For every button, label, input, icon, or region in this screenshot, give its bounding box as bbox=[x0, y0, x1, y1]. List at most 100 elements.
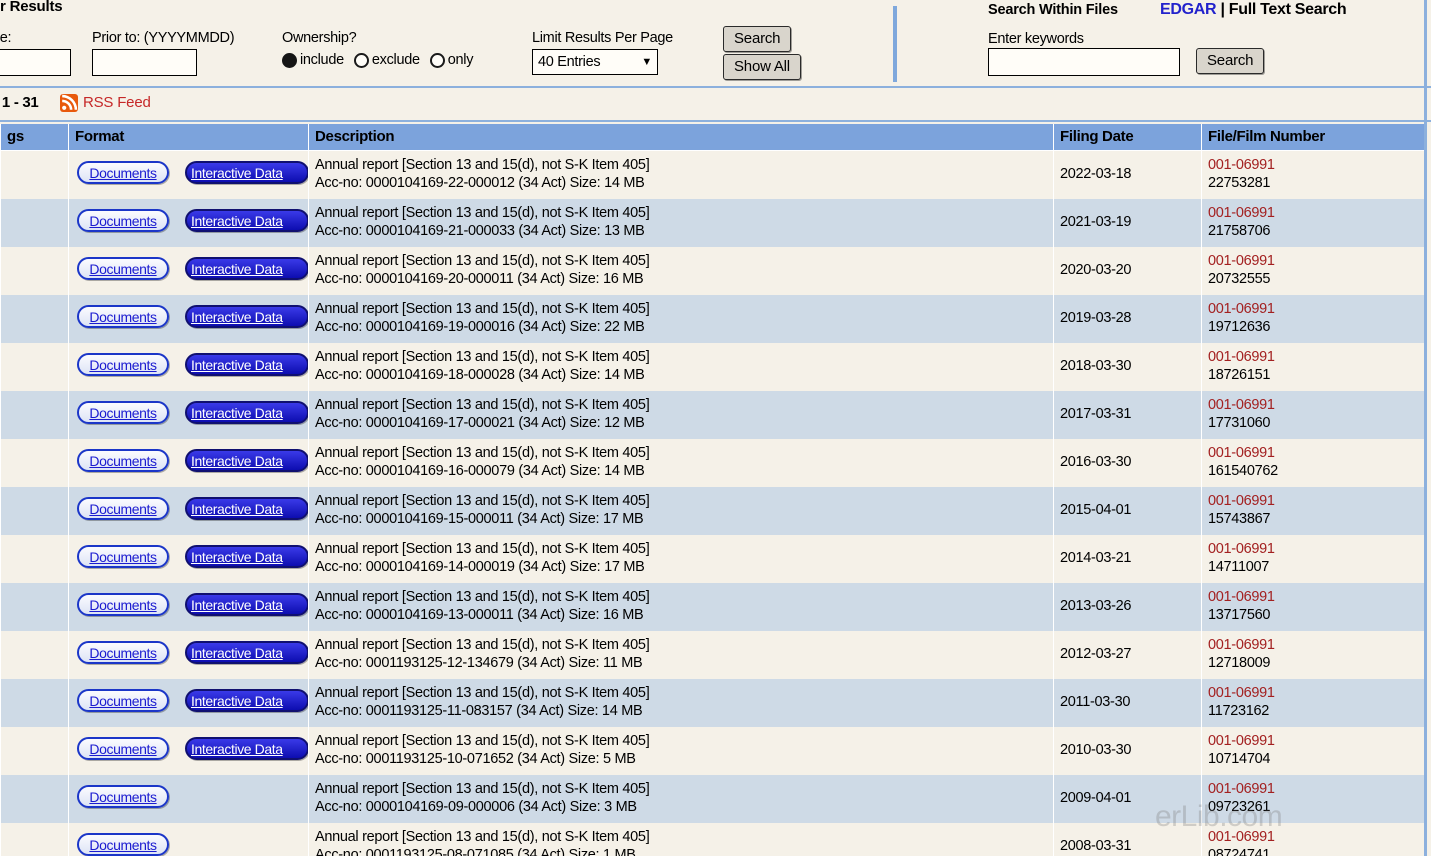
film-number: 18726151 bbox=[1208, 366, 1271, 383]
documents-button[interactable]: Documents bbox=[77, 161, 169, 184]
cell-filing-date: 2010-03-30 bbox=[1053, 726, 1202, 775]
interactive-data-button[interactable]: Interactive Data bbox=[185, 593, 309, 616]
cell-file-film-number: 001-06991 161540762 bbox=[1201, 438, 1426, 487]
cell-file-film-number: 001-06991 14711007 bbox=[1201, 534, 1426, 583]
rss-icon[interactable] bbox=[60, 94, 78, 112]
table-row: Documents Interactive Data Annual report [… bbox=[0, 486, 1426, 535]
search-files-button[interactable]: Search bbox=[1196, 48, 1265, 74]
edgar-fts-link[interactable]: EDGAR | Full Text Search bbox=[1160, 1, 1347, 19]
file-number-link[interactable]: 001-06991 bbox=[1208, 252, 1420, 270]
interactive-data-button[interactable]: Interactive Data bbox=[185, 401, 309, 424]
interactive-data-button[interactable]: Interactive Data bbox=[185, 497, 309, 520]
search-button[interactable]: Search bbox=[723, 26, 792, 52]
file-number-link[interactable]: 001-06991 bbox=[1208, 540, 1420, 558]
cell-format: Documents bbox=[68, 774, 309, 823]
file-number-link[interactable]: 001-06991 bbox=[1208, 300, 1420, 318]
table-row: Documents Interactive Data Annual report [… bbox=[0, 294, 1426, 343]
interactive-data-button[interactable]: Interactive Data bbox=[185, 257, 309, 280]
file-number-link[interactable]: 001-06991 bbox=[1208, 588, 1420, 606]
documents-button[interactable]: Documents bbox=[77, 737, 169, 760]
cell-format: Documents Interactive Data bbox=[68, 534, 309, 583]
column-header-filings[interactable]: gs bbox=[0, 124, 69, 151]
description-accession: Acc-no: 0000104169-22-000012 (34 Act) Si… bbox=[315, 174, 645, 191]
documents-button[interactable]: Documents bbox=[77, 209, 169, 232]
documents-button[interactable]: Documents bbox=[77, 785, 169, 808]
cell-format: Documents Interactive Data bbox=[68, 630, 309, 679]
cell-filing-type bbox=[0, 438, 69, 487]
description-title: Annual report [Section 13 and 15(d), not… bbox=[315, 492, 650, 509]
documents-button[interactable]: Documents bbox=[77, 593, 169, 616]
limit-results-select[interactable]: 40 Entries ▼ bbox=[532, 49, 658, 75]
film-number: 09723261 bbox=[1208, 798, 1271, 815]
interactive-data-button[interactable]: Interactive Data bbox=[185, 689, 309, 712]
interactive-data-button[interactable]: Interactive Data bbox=[185, 641, 309, 664]
cell-description: Annual report [Section 13 and 15(d), not… bbox=[308, 774, 1054, 823]
interactive-data-button[interactable]: Interactive Data bbox=[185, 209, 309, 232]
film-number: 12718009 bbox=[1208, 654, 1271, 671]
documents-button[interactable]: Documents bbox=[77, 449, 169, 472]
edgar-results-page: r Results g Type: Prior to: (YYYYMMDD) O… bbox=[0, 0, 1431, 856]
ownership-radio-include[interactable] bbox=[282, 52, 297, 68]
column-header-format[interactable]: Format bbox=[68, 124, 309, 151]
rss-feed-label[interactable]: RSS Feed bbox=[83, 94, 151, 111]
cell-file-film-number: 001-06991 10714704 bbox=[1201, 726, 1426, 775]
file-number-link[interactable]: 001-06991 bbox=[1208, 828, 1420, 846]
documents-button[interactable]: Documents bbox=[77, 353, 169, 376]
cell-file-film-number: 001-06991 15743867 bbox=[1201, 486, 1426, 535]
description-title: Annual report [Section 13 and 15(d), not… bbox=[315, 636, 650, 653]
file-number-link[interactable]: 001-06991 bbox=[1208, 396, 1420, 414]
documents-button[interactable]: Documents bbox=[77, 641, 169, 664]
documents-button[interactable]: Documents bbox=[77, 497, 169, 520]
documents-button[interactable]: Documents bbox=[77, 401, 169, 424]
file-number-link[interactable]: 001-06991 bbox=[1208, 492, 1420, 510]
cell-filing-type bbox=[0, 390, 69, 439]
column-header-file-film[interactable]: File/Film Number bbox=[1201, 124, 1426, 151]
limit-results-field: Limit Results Per Page 40 Entries ▼ bbox=[532, 30, 673, 75]
cell-file-film-number: 001-06991 11723162 bbox=[1201, 678, 1426, 727]
documents-button[interactable]: Documents bbox=[77, 257, 169, 280]
documents-button[interactable]: Documents bbox=[77, 545, 169, 568]
description-accession: Acc-no: 0000104169-18-000028 (34 Act) Si… bbox=[315, 366, 645, 383]
filing-type-input[interactable] bbox=[0, 49, 71, 76]
cell-filing-date: 2012-03-27 bbox=[1053, 630, 1202, 679]
ownership-radio-exclude[interactable] bbox=[353, 52, 369, 68]
documents-button[interactable]: Documents bbox=[77, 689, 169, 712]
file-number-link[interactable]: 001-06991 bbox=[1208, 684, 1420, 702]
interactive-data-button[interactable]: Interactive Data bbox=[185, 449, 309, 472]
description-title: Annual report [Section 13 and 15(d), not… bbox=[315, 732, 650, 749]
cell-format: Documents Interactive Data bbox=[68, 294, 309, 343]
description-title: Annual report [Section 13 and 15(d), not… bbox=[315, 828, 650, 845]
interactive-data-button[interactable]: Interactive Data bbox=[185, 305, 309, 328]
file-number-link[interactable]: 001-06991 bbox=[1208, 636, 1420, 654]
film-number: 14711007 bbox=[1208, 558, 1270, 575]
column-header-description[interactable]: Description bbox=[308, 124, 1054, 151]
keywords-input[interactable] bbox=[988, 48, 1180, 76]
film-number: 15743867 bbox=[1208, 510, 1271, 527]
panel-title: r Results bbox=[0, 0, 63, 15]
cell-format: Documents Interactive Data bbox=[68, 150, 309, 199]
file-number-link[interactable]: 001-06991 bbox=[1208, 348, 1420, 366]
ownership-label-include: include bbox=[300, 52, 344, 68]
cell-filing-type bbox=[0, 486, 69, 535]
interactive-data-button[interactable]: Interactive Data bbox=[185, 161, 309, 184]
description-accession: Acc-no: 0000104169-09-000006 (34 Act) Si… bbox=[315, 798, 637, 815]
interactive-data-button[interactable]: Interactive Data bbox=[185, 545, 309, 568]
file-number-link[interactable]: 001-06991 bbox=[1208, 156, 1420, 174]
cell-filing-date: 2011-03-30 bbox=[1053, 678, 1202, 727]
ownership-radio-only[interactable] bbox=[429, 52, 445, 68]
cell-description: Annual report [Section 13 and 15(d), not… bbox=[308, 342, 1054, 391]
file-number-link[interactable]: 001-06991 bbox=[1208, 732, 1420, 750]
cell-filing-date: 2009-04-01 bbox=[1053, 774, 1202, 823]
description-accession: Acc-no: 0000104169-15-000011 (34 Act) Si… bbox=[315, 510, 644, 527]
file-number-link[interactable]: 001-06991 bbox=[1208, 444, 1420, 462]
prior-to-input[interactable] bbox=[92, 49, 197, 76]
documents-button[interactable]: Documents bbox=[77, 305, 169, 328]
show-all-button[interactable]: Show All bbox=[723, 54, 801, 80]
column-header-filing-date[interactable]: Filing Date bbox=[1053, 124, 1202, 151]
documents-button[interactable]: Documents bbox=[77, 833, 169, 856]
file-number-link[interactable]: 001-06991 bbox=[1208, 780, 1420, 798]
interactive-data-button[interactable]: Interactive Data bbox=[185, 353, 309, 376]
interactive-data-button[interactable]: Interactive Data bbox=[185, 737, 309, 760]
cell-description: Annual report [Section 13 and 15(d), not… bbox=[308, 726, 1054, 775]
file-number-link[interactable]: 001-06991 bbox=[1208, 204, 1420, 222]
